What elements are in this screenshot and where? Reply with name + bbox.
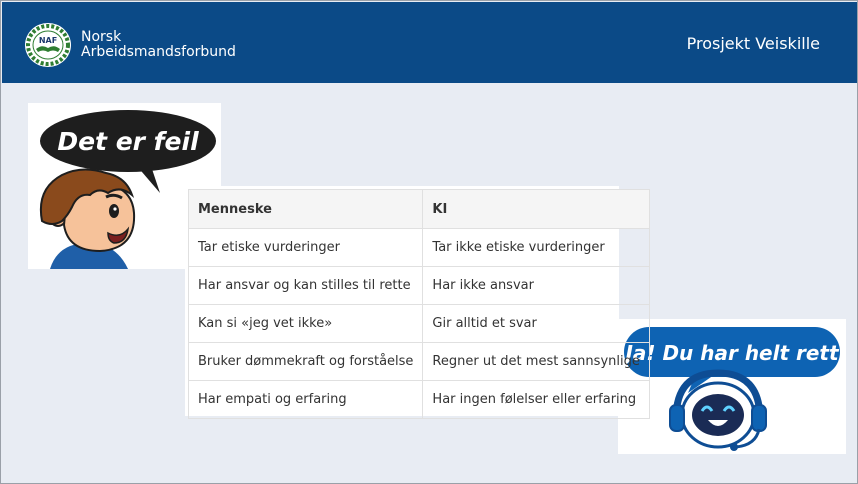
table-cell-ai: Regner ut det mest sannsynlige — [422, 342, 650, 381]
table-row: Har empati og erfaring Har ingen følelse… — [187, 380, 650, 419]
table-cell-human: Har empati og erfaring — [187, 380, 424, 419]
table-row: Kan si «jeg vet ikke» Gir alltid et svar — [187, 304, 650, 343]
table-cell-ai: Har ingen følelser eller erfaring — [422, 380, 650, 419]
table-cell-human: Bruker dømmekraft og forståelse — [187, 342, 424, 381]
column-header-ai: KI — [422, 189, 650, 229]
project-title: Prosjekt Veiskille — [686, 34, 820, 53]
table-cell-ai: Tar ikke etiske vurderinger — [422, 228, 650, 267]
robot-bubble-text: Ja! Du har helt rett — [621, 341, 840, 365]
header-bar: NAF Norsk Arbeidsmandsforbund Prosjekt V… — [2, 2, 857, 83]
slide: NAF Norsk Arbeidsmandsforbund Prosjekt V… — [0, 0, 858, 484]
table-cell-human: Har ansvar og kan stilles til rette — [187, 266, 424, 305]
table-row: Tar etiske vurderinger Tar ikke etiske v… — [187, 228, 650, 267]
comparison-table-card: Menneske KI Tar etiske vurderinger Tar i… — [185, 186, 650, 419]
table-cell-human: Kan si «jeg vet ikke» — [187, 304, 424, 343]
org-name: Norsk Arbeidsmandsforbund — [81, 30, 236, 60]
comparison-table: Menneske KI Tar etiske vurderinger Tar i… — [187, 189, 650, 419]
table-row: Bruker dømmekraft og forståelse Regner u… — [187, 342, 650, 381]
org-name-line2: Arbeidsmandsforbund — [81, 44, 236, 60]
svg-text:NAF: NAF — [39, 36, 57, 45]
table-header-row: Menneske KI — [187, 189, 650, 229]
robot-illustration: Ja! Du har helt rett — [618, 319, 846, 454]
column-header-human: Menneske — [187, 189, 424, 229]
org-name-line1: Norsk — [81, 29, 122, 45]
table-row: Har ansvar og kan stilles til rette Har … — [187, 266, 650, 305]
table-cell-ai: Gir alltid et svar — [422, 304, 650, 343]
boy-bubble-text: Det er feil — [57, 127, 199, 156]
table-cell-ai: Har ikke ansvar — [422, 266, 650, 305]
table-cell-human: Tar etiske vurderinger — [187, 228, 424, 267]
naf-logo-icon: NAF — [25, 23, 71, 67]
robot-cartoon-icon: Ja! Du har helt rett — [621, 327, 840, 451]
